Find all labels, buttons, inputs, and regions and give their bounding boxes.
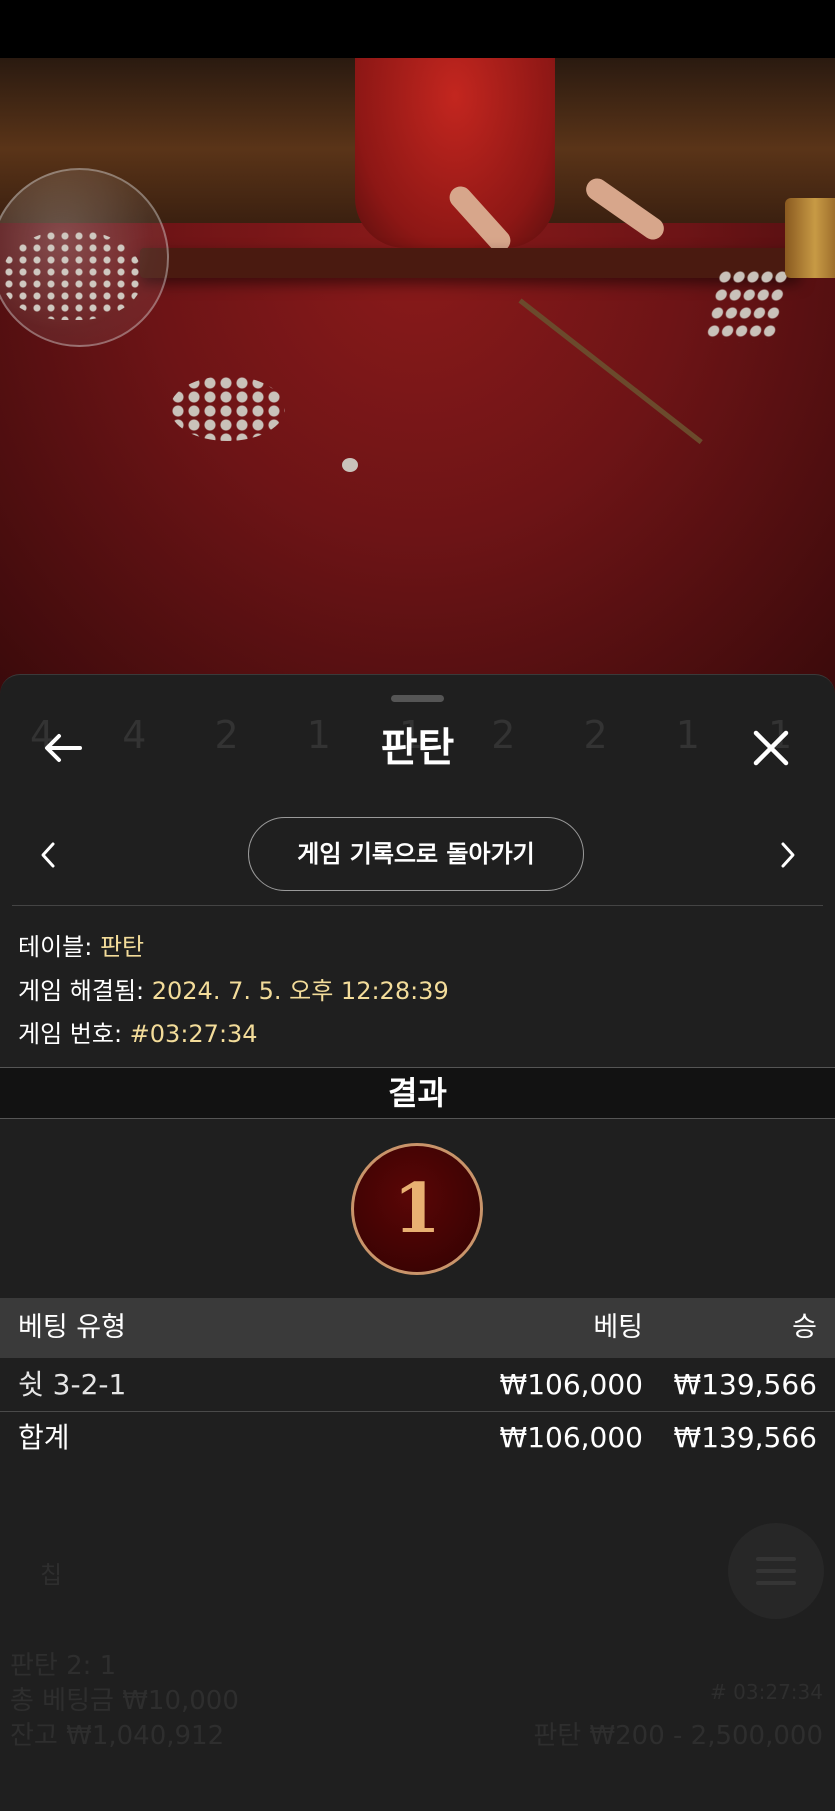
- resolved-value: 2024. 7. 5. 오후 12:28:39: [151, 977, 449, 1005]
- resolved-label: 게임 해결됨:: [18, 977, 152, 1005]
- dealer-figure: [355, 58, 555, 248]
- game-detail-sheet: 4 4 2 1 1 2 2 1 1 4 1 3 1 2 1 4 판탄 게임 기록…: [0, 674, 835, 1811]
- bet-type-cell: 쉿 3-2-1: [18, 1368, 127, 1401]
- table-info: 테이블: 판탄: [18, 927, 144, 962]
- arrow-left-icon: [45, 734, 82, 762]
- header-win: 승: [792, 1312, 817, 1343]
- sheet-header: 판탄: [0, 713, 835, 783]
- ghost-balance: 잔고 ₩1,040,912: [10, 1721, 225, 1751]
- table-row: 쉿 3-2-1 ₩106,000 ₩139,566: [0, 1359, 835, 1412]
- hamburger-menu-icon: [756, 1557, 796, 1585]
- chevron-left-icon: [41, 842, 55, 868]
- ghost-game-line: 판탄 2: 1: [10, 1651, 117, 1681]
- bets-table-header: 베팅 유형 베팅 승: [0, 1298, 835, 1358]
- resolved-info: 게임 해결됨: 2024. 7. 5. 오후 12:28:39: [18, 971, 449, 1006]
- bead-bowl: [0, 168, 169, 347]
- result-header: 결과: [0, 1067, 835, 1119]
- table-rail: [140, 248, 800, 278]
- game-navigation: 게임 기록으로 돌아가기: [0, 815, 835, 895]
- game-number-value: #03:27:34: [129, 1020, 258, 1048]
- divider: [12, 905, 823, 906]
- total-bet-cell: ₩106,000: [499, 1421, 643, 1454]
- page-title: 판탄: [380, 725, 455, 771]
- sheet-drag-handle[interactable]: [391, 695, 444, 702]
- dealer-stick: [518, 298, 703, 445]
- total-row: 합계 ₩106,000 ₩139,566: [0, 1412, 835, 1464]
- game-number-info: 게임 번호: #03:27:34: [18, 1014, 258, 1049]
- table-label: 테이블:: [18, 933, 100, 961]
- game-number-label: 게임 번호:: [18, 1020, 130, 1048]
- ghost-total-bet: 총 베팅금 ₩10,000: [10, 1686, 239, 1716]
- ghost-game-id: # 03:27:34: [710, 1680, 823, 1704]
- header-bet: 베팅: [593, 1312, 643, 1343]
- total-label: 합계: [18, 1421, 70, 1454]
- ghost-chip-label: 칩: [40, 1561, 63, 1589]
- next-game-button[interactable]: [770, 835, 806, 875]
- win-amount-cell: ₩139,566: [673, 1368, 817, 1401]
- previous-game-button[interactable]: [30, 835, 66, 875]
- close-button[interactable]: [746, 723, 796, 773]
- bead-pile: [170, 376, 285, 441]
- header-bet-type: 베팅 유형: [18, 1312, 126, 1343]
- menu-button[interactable]: [728, 1523, 824, 1619]
- close-icon: [753, 730, 789, 766]
- counted-beads: [704, 268, 790, 343]
- result-ball: 1: [351, 1143, 483, 1275]
- brass-cup: [785, 198, 835, 278]
- ghost-table-limits: 판탄 ₩200 - 2,500,000: [533, 1721, 823, 1751]
- result-value: 1: [393, 1169, 441, 1249]
- back-to-history-button[interactable]: 게임 기록으로 돌아가기: [248, 817, 584, 891]
- bet-amount-cell: ₩106,000: [499, 1368, 643, 1401]
- total-win-cell: ₩139,566: [673, 1421, 817, 1454]
- single-bead: [342, 458, 358, 472]
- live-video-feed: [0, 58, 835, 698]
- table-value: 판탄: [99, 933, 145, 961]
- back-button[interactable]: [38, 725, 88, 771]
- chevron-right-icon: [781, 842, 795, 868]
